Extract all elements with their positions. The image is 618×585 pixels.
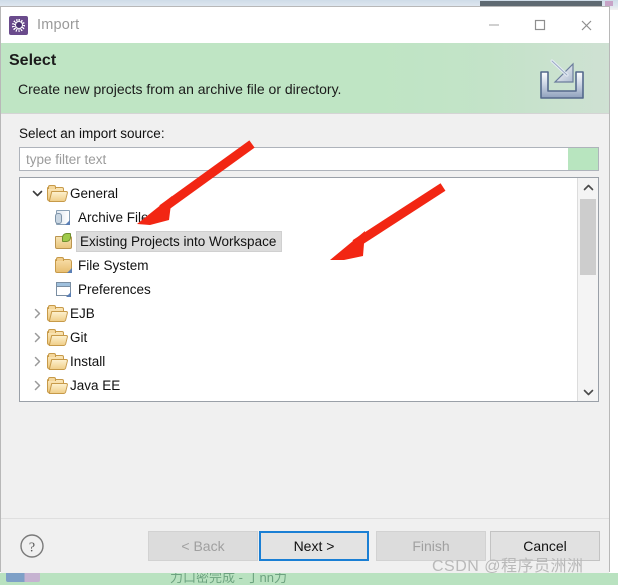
- eclipse-import-icon: [9, 15, 28, 35]
- folder-closed-icon: [54, 257, 72, 273]
- tree-item-list: General Archive File Existing Projects i…: [20, 178, 577, 397]
- tree-item-install[interactable]: Install: [20, 349, 577, 373]
- close-icon[interactable]: [563, 7, 609, 43]
- dialog-title: Import: [37, 17, 80, 33]
- tree-item-general[interactable]: General: [20, 181, 577, 205]
- preferences-icon: [54, 281, 72, 297]
- page-description: Create new projects from an archive file…: [18, 81, 342, 97]
- dialog-titlebar: Import: [1, 7, 609, 43]
- chevron-right-icon[interactable]: [28, 352, 46, 370]
- import-dialog: Import Select Create new projects from a…: [0, 6, 610, 575]
- scrollbar-thumb[interactable]: [580, 199, 596, 275]
- folder-green-icon: [54, 233, 72, 249]
- back-button[interactable]: < Back: [148, 531, 258, 561]
- folder-open-icon: [46, 305, 64, 321]
- tree-item-label: Archive File: [78, 209, 149, 225]
- window-controls: [471, 7, 609, 43]
- page-title: Select: [9, 52, 57, 69]
- folder-open-icon: [46, 329, 64, 345]
- filter-field[interactable]: type filter text: [19, 147, 599, 171]
- tree-item-java-ee[interactable]: Java EE: [20, 373, 577, 397]
- folder-open-icon: [46, 185, 64, 201]
- dialog-body: Select an import source: type filter tex…: [1, 114, 609, 518]
- tree-scrollbar[interactable]: [577, 178, 598, 401]
- tree-item-preferences[interactable]: Preferences: [20, 277, 577, 301]
- chevron-down-icon[interactable]: [578, 383, 598, 401]
- screenshot-root: Import Select Create new projects from a…: [0, 0, 618, 585]
- desktop-ghost-text: 力口密完成 - 丁nn力: [170, 573, 288, 585]
- chevron-right-icon[interactable]: [28, 304, 46, 322]
- tree-item-label: General: [70, 185, 119, 201]
- chevron-right-icon[interactable]: [28, 328, 46, 346]
- tree-item-archive-file[interactable]: Archive File: [20, 205, 577, 229]
- tree-item-label: Git: [70, 329, 88, 345]
- help-question-icon[interactable]: ?: [19, 533, 45, 559]
- import-source-label: Select an import source:: [19, 126, 165, 141]
- filter-placeholder: type filter text: [26, 152, 107, 167]
- import-source-tree[interactable]: General Archive File Existing Projects i…: [19, 177, 599, 402]
- tree-item-git[interactable]: Git: [20, 325, 577, 349]
- archive-file-icon: [54, 209, 72, 225]
- import-wizard-icon: [533, 50, 591, 106]
- tree-item-label: Preferences: [78, 281, 151, 297]
- filter-accent-block: [568, 148, 598, 170]
- tree-item-label: Existing Projects into Workspace: [75, 230, 283, 252]
- folder-open-icon: [46, 353, 64, 369]
- chevron-up-icon[interactable]: [578, 178, 598, 196]
- tree-item-label: Java EE: [70, 377, 121, 393]
- folder-open-icon: [46, 377, 64, 393]
- chevron-right-icon[interactable]: [28, 376, 46, 394]
- chevron-down-icon[interactable]: [28, 184, 46, 202]
- desktop-bottom-strip: 力口密完成 - 丁nn力: [0, 573, 618, 585]
- tree-item-label: File System: [78, 257, 149, 273]
- wizard-header: Select Create new projects from an archi…: [1, 43, 609, 114]
- svg-text:?: ?: [29, 541, 35, 556]
- tree-item-label: EJB: [70, 305, 95, 321]
- desktop-ghost-icon: [6, 573, 40, 582]
- tree-item-ejb[interactable]: EJB: [20, 301, 577, 325]
- minimize-icon[interactable]: [471, 7, 517, 43]
- tree-item-file-system[interactable]: File System: [20, 253, 577, 277]
- maximize-icon[interactable]: [517, 7, 563, 43]
- tree-item-label: Install: [70, 353, 106, 369]
- next-button[interactable]: Next >: [259, 531, 369, 561]
- tree-item-existing-projects-into-workspace[interactable]: Existing Projects into Workspace: [20, 229, 577, 253]
